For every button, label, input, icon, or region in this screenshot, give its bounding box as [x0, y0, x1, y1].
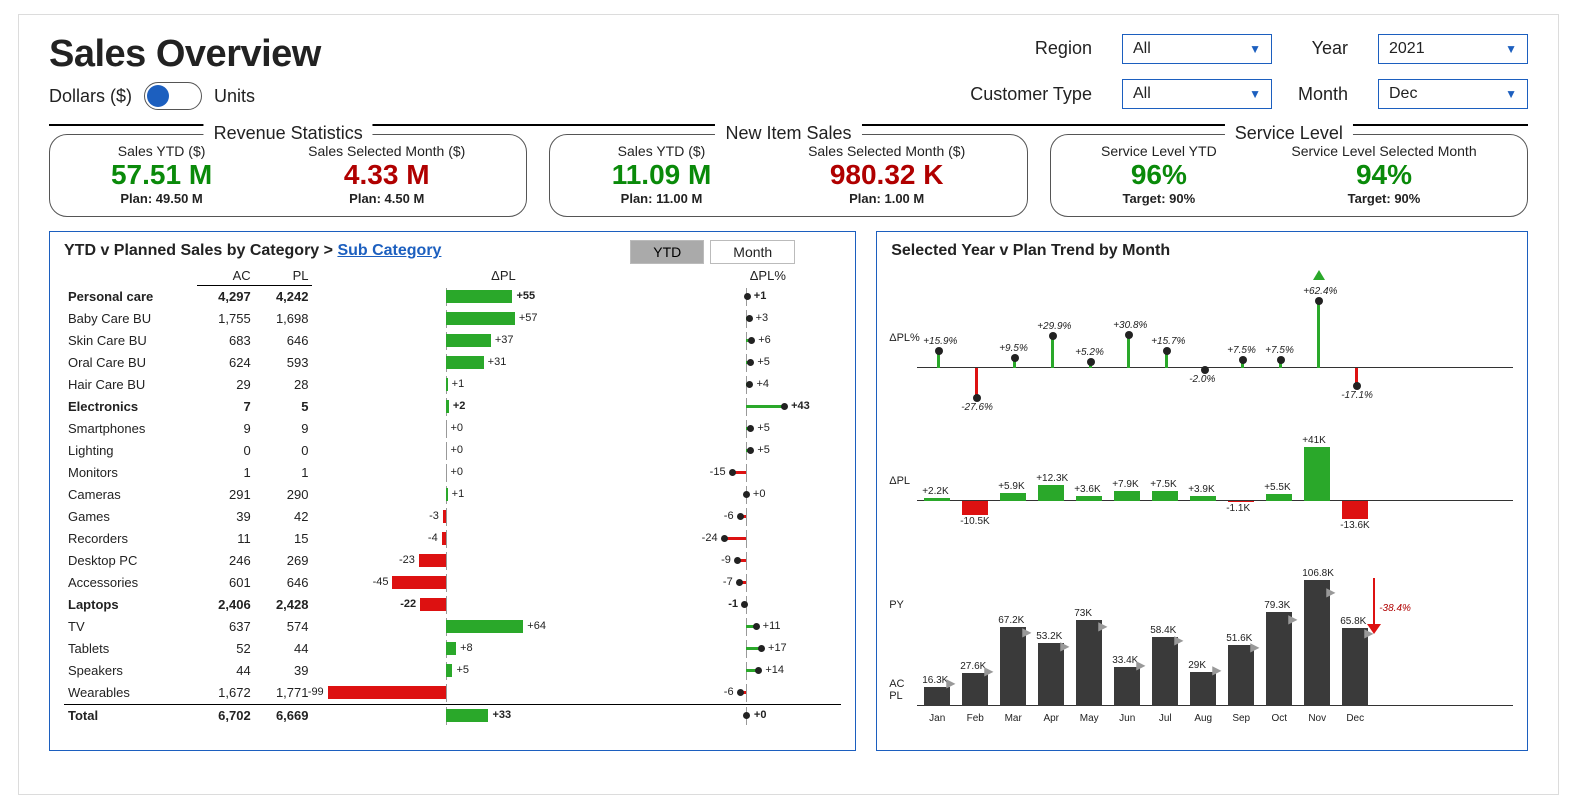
table-row: Smartphones99+0+5 — [64, 418, 841, 440]
chevron-down-icon: ▼ — [1505, 42, 1517, 56]
py-marker-icon: ▶ — [1174, 633, 1183, 647]
py-marker-icon: ▶ — [1136, 658, 1145, 672]
py-marker-icon: ▶ — [1250, 640, 1259, 654]
tab-month[interactable]: Month — [710, 240, 795, 264]
py-marker-icon: ▶ — [1288, 612, 1297, 626]
table-row: Accessories601646-45-7 — [64, 572, 841, 594]
table-row: TV637574+64+11 — [64, 616, 841, 638]
region-select[interactable]: All ▼ — [1122, 34, 1272, 64]
table-row: Monitors11+0-15 — [64, 462, 841, 484]
month-label: Month — [1298, 84, 1352, 105]
chevron-down-icon: ▼ — [1505, 87, 1517, 101]
py-marker-icon: ▶ — [1060, 639, 1069, 653]
table-row: Personal care4,2974,242+55+1 — [64, 286, 841, 308]
table-row: Tablets5244+8+17 — [64, 638, 841, 660]
customer-type-label: Customer Type — [970, 84, 1096, 105]
category-table: AC PL ΔPL ΔPL% Personal care4,2974,242+5… — [64, 266, 841, 727]
table-row: Baby Care BU1,7551,698+57+3 — [64, 308, 841, 330]
table-row: Recorders1115-4-24 — [64, 528, 841, 550]
subcategory-link[interactable]: Sub Category — [337, 242, 441, 259]
py-marker-icon: ▶ — [1212, 663, 1221, 677]
drop-arrow-icon — [1373, 578, 1375, 628]
region-label: Region — [970, 38, 1096, 59]
table-row: Speakers4439+5+14 — [64, 660, 841, 682]
chevron-down-icon: ▼ — [1249, 87, 1261, 101]
table-row: Wearables1,6721,771-99-6 — [64, 682, 841, 705]
dpl-bar-chart: ΔPL +2.2K-10.5K+5.9K+12.3K+3.6K+7.9K+7.5… — [917, 426, 1513, 536]
currency-units-toggle[interactable] — [144, 82, 202, 110]
customer-type-select[interactable]: All ▼ — [1122, 79, 1272, 109]
table-row: Laptops2,4062,428-22-1 — [64, 594, 841, 616]
new-item-sales-card: New Item Sales Sales YTD ($) 11.09 M Pla… — [549, 134, 1027, 217]
year-select[interactable]: 2021 ▼ — [1378, 34, 1528, 64]
py-marker-icon: ▶ — [984, 664, 993, 678]
service-level-card: Service Level Service Level YTD 96% Targ… — [1050, 134, 1528, 217]
chevron-down-icon: ▼ — [1249, 42, 1261, 56]
category-table-panel: YTD v Planned Sales by Category > Sub Ca… — [49, 231, 856, 751]
table-row: Hair Care BU2928+1+4 — [64, 374, 841, 396]
table-row: Oral Care BU624593+31+5 — [64, 352, 841, 374]
dpl-pct-lollipop-chart: ΔPL% +15.9%-27.6%+9.5%+29.9%+5.2%+30.8%+… — [917, 268, 1513, 408]
py-marker-icon: ▶ — [1098, 619, 1107, 633]
py-marker-icon: ▶ — [1326, 585, 1335, 599]
trend-panel-title: Selected Year v Plan Trend by Month — [891, 242, 1513, 260]
table-row: Lighting00+0+5 — [64, 440, 841, 462]
table-row: Cameras291290+1+0 — [64, 484, 841, 506]
month-select[interactable]: Dec ▼ — [1378, 79, 1528, 109]
year-label: Year — [1298, 38, 1352, 59]
ac-column-chart: PY AC PL 16.3K▶Jan27.6K▶Feb67.2K▶Mar53.2… — [917, 554, 1513, 724]
py-marker-icon: ▶ — [1022, 625, 1031, 639]
table-row: Electronics75+2+43 — [64, 396, 841, 418]
tab-ytd[interactable]: YTD — [630, 240, 704, 264]
toggle-left-label: Dollars ($) — [49, 86, 132, 107]
py-marker-icon: ▶ — [946, 676, 955, 690]
up-triangle-icon — [1313, 270, 1325, 280]
table-row: Games3942-3-6 — [64, 506, 841, 528]
table-row: Desktop PC246269-23-9 — [64, 550, 841, 572]
page-title: Sales Overview — [49, 33, 321, 76]
toggle-right-label: Units — [214, 86, 255, 107]
table-row: Skin Care BU683646+37+6 — [64, 330, 841, 352]
trend-panel: Selected Year v Plan Trend by Month ΔPL%… — [876, 231, 1528, 751]
revenue-statistics-card: Revenue Statistics Sales YTD ($) 57.51 M… — [49, 134, 527, 217]
